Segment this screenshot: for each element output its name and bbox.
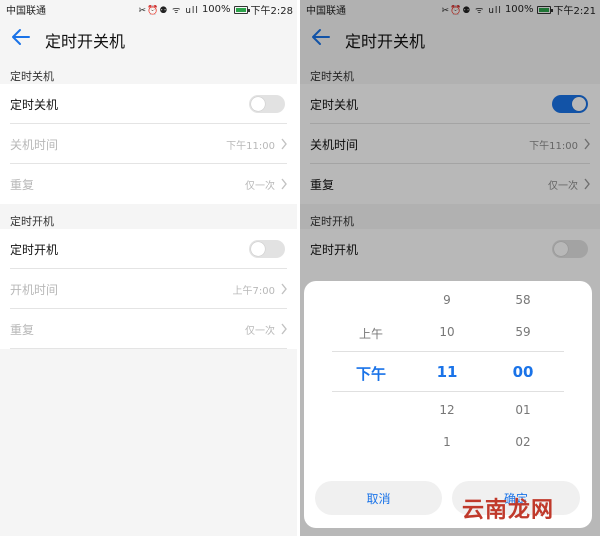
carrier-name: 中国联通 — [6, 6, 46, 17]
chevron-right-icon — [281, 323, 287, 335]
battery-percent: 100% — [201, 4, 231, 15]
boot-time-row[interactable]: 开机时间 上午7:00 — [0, 269, 297, 309]
status-bar: 中国联通 ✂⏰⚉ ᯤ ull 100% 下午2:21 — [300, 0, 600, 17]
shutdown-repeat-label: 重复 — [10, 178, 35, 192]
shutdown-repeat-row[interactable]: 重复 仅一次 — [0, 164, 297, 204]
shutdown-time-label: 关机时间 — [10, 138, 59, 152]
section-header-shutdown: 定时关机 — [10, 70, 54, 83]
shutdown-toggle-label: 定时关机 — [310, 98, 359, 112]
battery-icon — [233, 5, 250, 14]
shutdown-time-row[interactable]: 关机时间 下午11:00 — [300, 124, 600, 164]
picker-ampm-selected[interactable]: 下午 — [356, 363, 386, 384]
shutdown-toggle-label: 定时关机 — [10, 98, 59, 112]
picker-minute-option[interactable]: 01 — [515, 403, 530, 417]
chevron-right-icon — [281, 178, 287, 190]
status-icons-glyphs: ✂⏰⚉ ᯤ ull — [441, 6, 502, 16]
shutdown-toggle-switch[interactable] — [249, 95, 285, 113]
status-icons: ✂⏰⚉ ᯤ ull 100% 下午2:28 — [138, 2, 293, 17]
chevron-right-icon — [584, 138, 590, 150]
picker-hour-option[interactable]: 10 — [439, 325, 454, 339]
status-bar: 中国联通 ✂⏰⚉ ᯤ ull 100% 下午2:28 — [0, 0, 297, 17]
picker-minute-option[interactable]: 02 — [515, 435, 530, 449]
shutdown-repeat-value: 仅一次 — [548, 181, 578, 192]
status-icons-glyphs: ✂⏰⚉ ᯤ ull — [138, 6, 199, 16]
picker-hour-option[interactable]: 9 — [443, 293, 451, 307]
shutdown-card: 定时关机 关机时间 下午11:00 重复 仅一次 — [300, 84, 600, 204]
back-arrow-icon[interactable] — [10, 26, 32, 48]
section-header-boot: 定时开机 — [10, 215, 54, 228]
app-header: 定时开关机 — [0, 16, 297, 58]
shutdown-toggle-row[interactable]: 定时关机 — [0, 84, 297, 124]
battery-icon — [536, 5, 553, 14]
picker-ampm-option[interactable]: 上午 — [359, 325, 383, 342]
shutdown-toggle-row[interactable]: 定时关机 — [300, 84, 600, 124]
picker-minute-selected[interactable]: 00 — [513, 363, 534, 381]
shutdown-time-value: 下午11:00 — [226, 141, 275, 152]
boot-card: 定时开机 开机时间 上午7:00 重复 仅一次 — [0, 229, 297, 349]
shutdown-repeat-row[interactable]: 重复 仅一次 — [300, 164, 600, 204]
page-title: 定时开关机 — [45, 32, 126, 51]
left-screen: 中国联通 ✂⏰⚉ ᯤ ull 100% 下午2:28 定时开关机 定时关机 定时… — [0, 0, 297, 536]
shutdown-time-row[interactable]: 关机时间 下午11:00 — [0, 124, 297, 164]
boot-time-label: 开机时间 — [10, 283, 59, 297]
status-time: 下午2:28 — [250, 6, 293, 17]
shutdown-card: 定时关机 关机时间 下午11:00 重复 仅一次 — [0, 84, 297, 204]
carrier-name: 中国联通 — [306, 6, 346, 17]
chevron-right-icon — [281, 283, 287, 295]
chevron-right-icon — [281, 138, 287, 150]
app-header: 定时开关机 — [300, 16, 600, 58]
boot-repeat-row[interactable]: 重复 仅一次 — [0, 309, 297, 349]
picker-hour-option[interactable]: 1 — [443, 435, 451, 449]
picker-minute-option[interactable]: 59 — [515, 325, 530, 339]
section-header-shutdown: 定时关机 — [310, 70, 354, 83]
shutdown-toggle-switch[interactable] — [552, 95, 588, 113]
boot-toggle-row[interactable]: 定时开机 — [300, 229, 600, 269]
back-arrow-icon[interactable] — [310, 26, 332, 48]
battery-percent: 100% — [504, 4, 534, 15]
picker-selection-line-top — [332, 351, 564, 352]
status-icons: ✂⏰⚉ ᯤ ull 100% 下午2:21 — [441, 2, 596, 17]
boot-repeat-label: 重复 — [10, 323, 35, 337]
boot-toggle-switch[interactable] — [552, 240, 588, 258]
section-header-boot: 定时开机 — [310, 215, 354, 228]
shutdown-time-value: 下午11:00 — [529, 141, 578, 152]
boot-toggle-row[interactable]: 定时开机 — [0, 229, 297, 269]
boot-toggle-label: 定时开机 — [310, 243, 359, 257]
status-time: 下午2:21 — [553, 6, 596, 17]
chevron-right-icon — [584, 178, 590, 190]
picker-selection-line-bottom — [332, 391, 564, 392]
picker-hour-selected[interactable]: 11 — [437, 363, 458, 381]
shutdown-time-label: 关机时间 — [310, 138, 359, 152]
shutdown-repeat-label: 重复 — [310, 178, 335, 192]
boot-time-value: 上午7:00 — [232, 286, 275, 297]
watermark-logo: 云南龙网 — [462, 498, 555, 523]
page-title: 定时开关机 — [345, 32, 426, 51]
boot-repeat-value: 仅一次 — [245, 326, 275, 337]
picker-hour-option[interactable]: 12 — [439, 403, 454, 417]
boot-toggle-label: 定时开机 — [10, 243, 59, 257]
picker-minute-option[interactable]: 58 — [515, 293, 530, 307]
boot-toggle-switch[interactable] — [249, 240, 285, 258]
time-picker-dialog: 上午 下午 9 10 11 12 1 58 59 00 01 02 取消 确定 — [304, 281, 592, 528]
cancel-button[interactable]: 取消 — [315, 481, 442, 515]
shutdown-repeat-value: 仅一次 — [245, 181, 275, 192]
